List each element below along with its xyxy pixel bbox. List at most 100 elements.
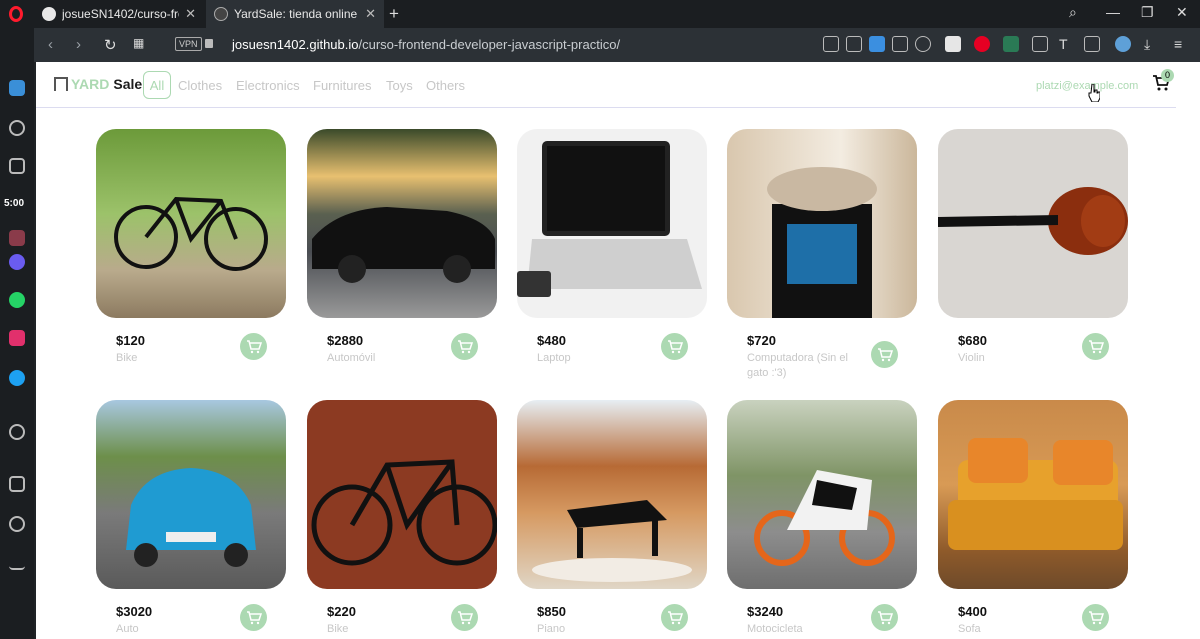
hourglass-icon[interactable] xyxy=(9,158,25,174)
add-to-cart-icon xyxy=(457,339,473,353)
category-furnitures[interactable]: Furnitures xyxy=(313,78,372,93)
camera-icon[interactable] xyxy=(846,36,862,52)
product-name: Automóvil xyxy=(327,352,376,364)
close-window-icon[interactable]: ✕ xyxy=(1176,4,1188,21)
search-tabs-icon[interactable]: ⌕ xyxy=(1069,4,1077,21)
category-electronics[interactable]: Electronics xyxy=(236,78,300,93)
product-name: Piano xyxy=(537,623,566,635)
product-image[interactable] xyxy=(727,129,917,318)
add-to-cart-icon xyxy=(667,339,683,353)
add-to-cart-button[interactable] xyxy=(1082,333,1109,360)
add-to-cart-button[interactable] xyxy=(451,333,478,360)
forward-icon[interactable]: › xyxy=(76,36,81,53)
product-price: $2880 xyxy=(327,333,364,348)
tab-github[interactable]: josueSN1402/curso-fronte ✕ xyxy=(34,0,204,28)
category-others[interactable]: Others xyxy=(426,78,465,93)
text-icon[interactable]: T xyxy=(1059,36,1075,52)
send-icon[interactable] xyxy=(892,36,908,52)
new-tab-icon[interactable]: + xyxy=(389,4,399,24)
product-price: $850 xyxy=(537,604,566,619)
messenger-icon[interactable] xyxy=(9,254,25,270)
minimize-icon[interactable]: — xyxy=(1106,4,1120,20)
product-image[interactable] xyxy=(96,129,286,318)
product-price: $480 xyxy=(537,333,566,348)
extension-icon[interactable] xyxy=(9,230,25,246)
tabs-grid-icon[interactable]: ▦ xyxy=(133,36,144,50)
sidebar-time: 5:00 xyxy=(4,198,25,209)
product-name: Bike xyxy=(116,352,138,364)
product-image[interactable] xyxy=(938,129,1128,318)
edit-icon[interactable] xyxy=(823,36,839,52)
product-image[interactable] xyxy=(727,400,917,589)
category-clothes[interactable]: Clothes xyxy=(178,78,222,93)
category-toys[interactable]: Toys xyxy=(386,78,413,93)
site-logo[interactable]: YARD Sale xyxy=(54,76,142,92)
extension-s-icon[interactable] xyxy=(945,36,961,52)
tab-yardsale[interactable]: YardSale: tienda online ✕ xyxy=(206,0,384,28)
add-to-cart-icon xyxy=(246,610,262,624)
tab-bar: josueSN1402/curso-fronte ✕ YardSale: tie… xyxy=(0,0,1200,28)
cube-icon[interactable] xyxy=(1084,36,1100,52)
product-name: Violin xyxy=(958,352,985,364)
shield-icon[interactable] xyxy=(869,36,885,52)
opera-logo-icon[interactable] xyxy=(9,6,23,22)
maximize-icon[interactable]: ❐ xyxy=(1141,4,1154,21)
add-to-cart-icon xyxy=(1088,610,1104,624)
product-price: $400 xyxy=(958,604,987,619)
lock-icon[interactable] xyxy=(205,39,213,48)
compass-icon[interactable] xyxy=(9,120,25,136)
product-image[interactable] xyxy=(307,129,497,318)
product-image[interactable] xyxy=(307,400,497,589)
add-to-cart-icon xyxy=(667,610,683,624)
add-to-cart-button[interactable] xyxy=(240,604,267,631)
apps-grid-icon[interactable] xyxy=(9,476,25,492)
add-to-cart-button[interactable] xyxy=(871,604,898,631)
twitter-icon[interactable] xyxy=(9,370,25,386)
product-name: Computadora (Sin el gato :'3) xyxy=(747,352,848,379)
add-to-cart-button[interactable] xyxy=(661,604,688,631)
back-icon[interactable]: ‹ xyxy=(48,36,53,53)
add-to-cart-button[interactable] xyxy=(661,333,688,360)
site-header: YARD Sale All Clothes Electronics Furnit… xyxy=(36,62,1176,108)
logo-sale: Sale xyxy=(113,76,143,92)
add-to-cart-icon xyxy=(877,347,893,361)
tab-close-icon[interactable]: ✕ xyxy=(185,6,196,22)
add-to-cart-button[interactable] xyxy=(240,333,267,360)
add-to-cart-button[interactable] xyxy=(1082,604,1109,631)
heart-icon[interactable] xyxy=(9,516,25,532)
product-name: Motocicleta xyxy=(747,623,803,635)
pinterest-icon[interactable] xyxy=(974,36,990,52)
github-icon xyxy=(42,7,56,21)
download-icon[interactable] xyxy=(9,554,25,570)
add-to-cart-button[interactable] xyxy=(451,604,478,631)
product-image[interactable] xyxy=(517,400,707,589)
extension-green-icon[interactable] xyxy=(1003,36,1019,52)
tab-label: josueSN1402/curso-fronte xyxy=(62,7,179,21)
pen-icon[interactable] xyxy=(1032,36,1048,52)
url-field[interactable]: josuesn1402.github.io/curso-frontend-dev… xyxy=(232,37,620,52)
tab-close-icon[interactable]: ✕ xyxy=(365,6,376,22)
add-to-cart-button[interactable] xyxy=(871,341,898,368)
address-bar: ‹ › ↻ ▦ VPN josuesn1402.github.io/curso-… xyxy=(34,28,1200,62)
product-image[interactable] xyxy=(96,400,286,589)
menu-icon[interactable]: ≡ xyxy=(1174,36,1190,52)
download-icon[interactable]: ⤓ xyxy=(1144,36,1160,52)
home-icon[interactable] xyxy=(9,80,25,96)
profile-avatar-icon[interactable] xyxy=(1115,36,1131,52)
add-to-cart-icon xyxy=(1088,339,1104,353)
product-name: Laptop xyxy=(537,352,571,364)
heart-icon[interactable] xyxy=(915,36,931,52)
category-all[interactable]: All xyxy=(143,71,171,99)
player-icon[interactable] xyxy=(9,424,25,440)
add-to-cart-icon xyxy=(246,339,262,353)
product-price: $680 xyxy=(958,333,987,348)
instagram-icon[interactable] xyxy=(9,330,25,346)
product-image[interactable] xyxy=(938,400,1128,589)
reload-icon[interactable]: ↻ xyxy=(104,36,117,54)
product-name: Sofa xyxy=(958,623,981,635)
product-price: $3240 xyxy=(747,604,784,619)
tab-label: YardSale: tienda online xyxy=(234,7,358,21)
vpn-badge[interactable]: VPN xyxy=(175,37,202,51)
whatsapp-icon[interactable] xyxy=(9,292,25,308)
product-image[interactable] xyxy=(517,129,707,318)
